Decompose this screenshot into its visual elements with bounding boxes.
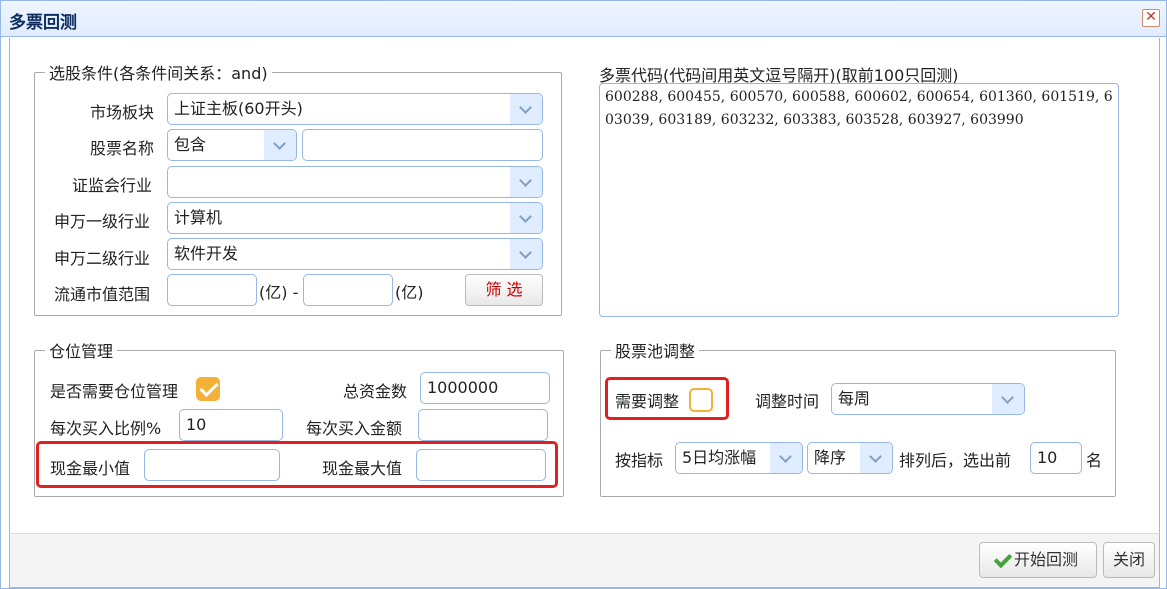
market-select-value: 上证主板(60开头) [174,99,303,118]
stock-filter-legend: 选股条件(各条件间关系：and) [49,64,268,83]
buy-ratio-label: 每次买入比例% [50,419,162,438]
chevron-down-icon[interactable] [770,443,802,473]
adjust-time-select[interactable]: 每周 [831,383,1025,415]
csrc-industry-label: 证监会行业 [72,176,153,195]
market-cap-max-input[interactable] [303,274,393,306]
select-top-label: 排列后，选出前 [899,451,1012,470]
total-capital-label: 总资金数 [343,382,408,401]
check-icon [993,549,1013,569]
buy-amount-label: 每次买入金额 [306,419,403,438]
market-cap-unit: (亿) [395,283,424,302]
top-n-unit: 名 [1086,451,1103,470]
sw2-industry-label: 申万二级行业 [54,249,151,268]
buy-amount-input[interactable] [418,409,548,441]
need-position-label: 是否需要仓位管理 [50,382,179,401]
market-cap-label: 流通市值范围 [54,285,151,304]
market-label: 市场板块 [90,103,155,122]
adjust-time-value: 每周 [838,389,871,408]
chevron-down-icon[interactable] [510,239,542,269]
codes-textarea[interactable]: 600288, 600455, 600570, 600588, 600602, … [599,83,1119,317]
market-cap-min-input[interactable] [167,274,257,306]
close-button[interactable]: 关闭 [1103,542,1155,578]
chevron-down-icon[interactable] [992,384,1024,414]
chevron-down-icon[interactable] [510,167,542,197]
stock-name-label: 股票名称 [90,139,155,158]
title-bar: 多票回测 ✕ [1,1,1166,37]
need-position-checkbox[interactable] [196,377,220,401]
stock-name-mode-select[interactable]: 包含 [167,129,297,161]
sort-order-select[interactable]: 降序 [807,442,893,474]
cash-min-label: 现金最小值 [50,459,131,478]
filter-button[interactable]: 筛 选 [465,274,543,306]
cash-max-label: 现金最大值 [322,459,403,478]
window-title: 多票回测 [9,13,77,33]
backtest-dialog: 多票回测 ✕ 选股条件(各条件间关系：and) 市场板块 上证主板(60开头) … [0,0,1167,589]
cash-max-input[interactable] [416,449,546,481]
sw2-industry-select[interactable]: 软件开发 [167,238,543,270]
start-backtest-button[interactable]: 开始回测 [979,542,1097,578]
sw1-industry-select[interactable]: 计算机 [167,202,543,234]
pool-adjust-legend: 股票池调整 [615,342,696,361]
chevron-down-icon[interactable] [510,94,542,124]
adjust-time-label: 调整时间 [755,392,820,411]
market-select[interactable]: 上证主板(60开头) [167,93,543,125]
indicator-value: 5日均涨幅 [682,448,757,467]
position-legend: 仓位管理 [49,342,114,361]
sw1-industry-value: 计算机 [174,208,223,227]
need-adjust-checkbox[interactable] [689,388,713,412]
dialog-footer: 开始回测 关闭 [9,533,1160,588]
need-adjust-label: 需要调整 [615,392,680,411]
cash-min-input[interactable] [144,449,280,481]
top-n-input[interactable]: 10 [1030,442,1082,474]
stock-name-mode-value: 包含 [174,135,207,154]
indicator-select[interactable]: 5日均涨幅 [675,442,803,474]
market-cap-unit-separator: (亿) - [259,283,299,302]
csrc-industry-select[interactable] [167,166,543,198]
stock-name-input[interactable] [302,129,543,161]
chevron-down-icon[interactable] [264,130,296,160]
sw1-industry-label: 申万一级行业 [54,212,151,231]
close-icon[interactable]: ✕ [1142,9,1160,27]
chevron-down-icon[interactable] [510,203,542,233]
sw2-industry-value: 软件开发 [174,244,239,263]
indicator-label: 按指标 [615,451,664,470]
buy-ratio-input[interactable]: 10 [179,409,283,441]
start-backtest-label: 开始回测 [1013,550,1078,569]
dialog-body: 选股条件(各条件间关系：and) 市场板块 上证主板(60开头) 股票名称 包含… [9,38,1160,533]
sort-order-value: 降序 [814,448,847,467]
chevron-down-icon[interactable] [860,443,892,473]
total-capital-input[interactable]: 1000000 [420,372,550,404]
